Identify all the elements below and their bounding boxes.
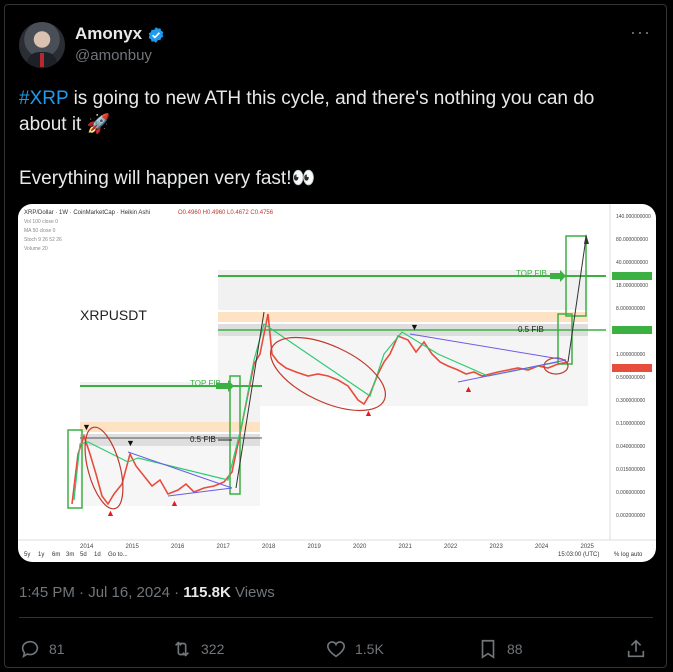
- timestamp[interactable]: 1:45 PM · Jul 16, 2024 ·: [19, 584, 183, 601]
- y-tick-label: 40.000000000: [616, 260, 648, 266]
- more-options-icon[interactable]: ···: [630, 22, 651, 43]
- x-tick-label: 2021: [399, 544, 413, 550]
- views-count: 115.8K: [183, 584, 231, 601]
- x-tick-label: 2022: [444, 544, 458, 550]
- fib05-label-1: 0.5 FIB: [190, 435, 216, 444]
- timeframe-button[interactable]: Go to...: [108, 552, 128, 558]
- svg-text:Volume 20: Volume 20: [24, 246, 48, 252]
- y-tick-label: 140.000000000: [616, 214, 651, 220]
- y-tick-label: 1.000000000: [616, 352, 645, 358]
- y-tick-label: 0.040000000: [616, 444, 645, 450]
- chart-svg: XRP/Dollar · 1W · CoinMarketCap · Heikin…: [18, 204, 656, 558]
- tweet-image-chart[interactable]: XRP/Dollar · 1W · CoinMarketCap · Heikin…: [18, 204, 656, 562]
- repost-button[interactable]: 322: [171, 638, 224, 660]
- heart-icon: [326, 641, 346, 658]
- bookmark-icon: [481, 639, 495, 659]
- y-tick-label: 0.500000000: [616, 375, 645, 381]
- bookmark-count: 88: [507, 641, 523, 657]
- y-tick-label: 8.000000000: [616, 306, 645, 312]
- x-tick-label: 2023: [490, 544, 504, 550]
- reply-count: 81: [49, 641, 65, 657]
- svg-text:▲: ▲: [106, 508, 115, 518]
- repost-count: 322: [201, 641, 225, 657]
- x-tick-label: 2025: [581, 544, 595, 550]
- svg-text:MA 50 close 0: MA 50 close 0: [24, 228, 56, 234]
- tweet-text-line2: Everything will happen very fast!👀: [19, 168, 316, 189]
- tweet-text: #XRP is going to new ATH this cycle, and…: [19, 86, 639, 138]
- svg-text:▲: ▲: [364, 408, 373, 418]
- avatar[interactable]: [19, 22, 65, 68]
- x-tick-label: 2017: [217, 544, 231, 550]
- x-tick-label: 2016: [171, 544, 185, 550]
- bookmark-button[interactable]: 88: [477, 638, 523, 660]
- action-bar: 81 322 1.5K 88: [19, 638, 653, 662]
- share-icon: [627, 639, 645, 658]
- x-tick-label: 2018: [262, 544, 276, 550]
- x-tick-label: 2014: [80, 544, 94, 550]
- y-tick-label: 18.000000000: [616, 283, 648, 289]
- chart-scale-options[interactable]: % log auto: [614, 552, 643, 558]
- share-button[interactable]: [625, 638, 655, 660]
- svg-text:▼: ▼: [410, 322, 419, 332]
- fib05-label-2: 0.5 FIB: [518, 325, 544, 334]
- divider: [19, 617, 653, 618]
- timeframe-button[interactable]: 1y: [38, 552, 44, 558]
- x-tick-label: 2020: [353, 544, 367, 550]
- y-tick-label: 0.006000000: [616, 490, 645, 496]
- verified-badge-icon: [148, 27, 164, 43]
- tweet-text-line1: is going to new ATH this cycle, and ther…: [19, 88, 595, 135]
- timeframe-button[interactable]: 6m: [52, 552, 60, 558]
- svg-text:Stoch 9 26 52 26: Stoch 9 26 52 26: [24, 237, 62, 243]
- repost-icon: [174, 641, 190, 657]
- top-fib-label-2: TOP FIB: [516, 269, 547, 278]
- timeframe-button[interactable]: 5y: [24, 552, 30, 558]
- y-tick-label: 0.015000000: [616, 467, 645, 473]
- y-tick-label: 80.000000000: [616, 237, 648, 243]
- x-tick-label: 2015: [126, 544, 140, 550]
- y-tick-label: 0.100000000: [616, 421, 645, 427]
- chart-header: XRP/Dollar · 1W · CoinMarketCap · Heikin…: [24, 210, 150, 216]
- reply-button[interactable]: 81: [19, 638, 65, 660]
- chart-symbol-label: XRPUSDT: [80, 307, 147, 323]
- display-name[interactable]: Amonyx: [75, 24, 142, 44]
- chart-clock: 15:03:00 (UTC): [558, 552, 599, 558]
- like-button[interactable]: 1.5K: [325, 638, 384, 660]
- svg-text:▲: ▲: [170, 498, 179, 508]
- y-tick-label: 0.300000000: [616, 398, 645, 404]
- svg-text:Vol 100 close 0: Vol 100 close 0: [24, 219, 58, 225]
- timeframe-button[interactable]: 5d: [80, 552, 87, 558]
- timeframe-button[interactable]: 3m: [66, 552, 74, 558]
- like-count: 1.5K: [355, 641, 384, 657]
- views-label: Views: [230, 584, 275, 601]
- x-axis-ticks: 2014 2015 2016 2017 2018 2019 2020 2021 2022 2023…: [80, 544, 595, 550]
- x-tick-label: 2019: [308, 544, 322, 550]
- hashtag-link[interactable]: #XRP: [19, 88, 68, 109]
- tweet-meta: 1:45 PM · Jul 16, 2024 · 115.8K Views: [19, 584, 275, 601]
- svg-text:▲: ▲: [464, 384, 473, 394]
- x-tick-label: 2024: [535, 544, 549, 550]
- svg-text:▼: ▼: [126, 438, 135, 448]
- timeframe-buttons[interactable]: 5y 1y 6m 3m 5d 1d Go to...: [24, 552, 128, 558]
- reply-icon: [21, 640, 39, 659]
- timeframe-button[interactable]: 1d: [94, 552, 101, 558]
- chart-ohlc: O0.4960 H0.4960 L0.4672 C0.4756: [178, 210, 274, 216]
- svg-text:▼: ▼: [82, 422, 91, 432]
- user-handle[interactable]: @amonbuy: [75, 47, 152, 64]
- y-tick-label: 0.002000000: [616, 513, 645, 519]
